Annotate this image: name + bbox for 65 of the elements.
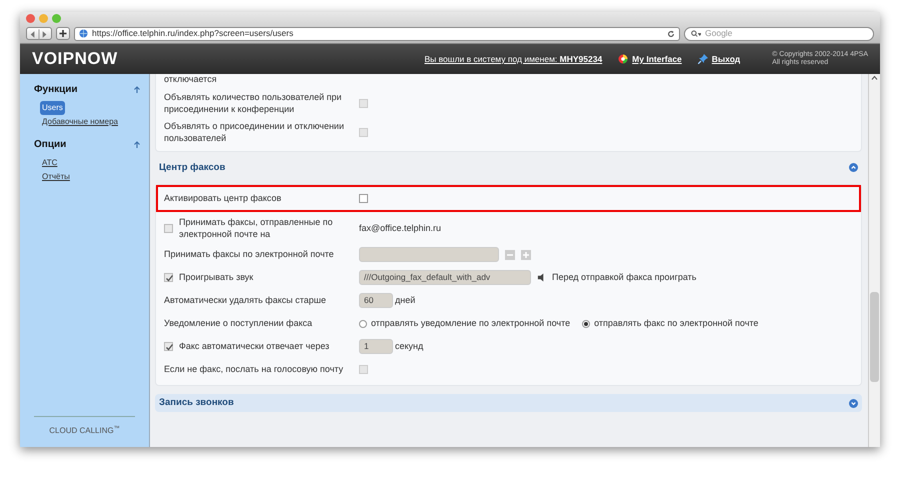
color-wheel-icon [618, 54, 628, 64]
pin-icon [698, 54, 708, 64]
field-label: Уведомление о поступлении факса [164, 317, 312, 330]
group-title: Опции [34, 138, 66, 152]
field-label: Проигрывать звук [179, 271, 254, 284]
field-value: fax@office.telphin.ru [359, 222, 442, 235]
field-label: Объявлять о присоединении и отключении пользователей [164, 120, 345, 145]
add-bookmark-button[interactable] [56, 27, 70, 40]
section-header[interactable]: Центр факсов [155, 152, 862, 184]
section-title: Запись звонков [159, 396, 234, 410]
field-label: Автоматически удалять факсы старше [164, 294, 326, 307]
radio-button[interactable] [582, 320, 590, 328]
group-title: Функции [34, 83, 78, 97]
address-bar[interactable]: https://office.telphin.ru/index.php?screen=users/users [74, 26, 680, 40]
scrollbar[interactable] [868, 74, 880, 447]
field-label: отключается [164, 74, 217, 86]
input-field[interactable]: 1 [359, 339, 393, 354]
field-label: Если не факс, послать на голосовую почту [164, 363, 344, 376]
logout-link[interactable]: Выход [712, 52, 740, 66]
checkbox[interactable] [164, 273, 173, 282]
back-forward-buttons[interactable] [26, 27, 52, 40]
remove-button[interactable] [505, 250, 515, 260]
sidebar-item[interactable]: Добавочные номера [40, 115, 120, 129]
section-title: Центр факсов [159, 160, 226, 175]
unit-label: дней [395, 294, 416, 307]
radio-label: отправлять уведомление по электронной почте [371, 316, 570, 330]
minimize-button[interactable] [39, 14, 48, 23]
speaker-icon[interactable] [537, 273, 546, 282]
scrollbar-thumb[interactable] [870, 292, 879, 382]
footer-text: CLOUD CALLING$^{™}$ [34, 416, 135, 447]
zoom-button[interactable] [52, 14, 61, 23]
collapse-icon[interactable] [849, 163, 858, 172]
sidebar-item[interactable]: Users [40, 101, 65, 115]
field-label: Факс автоматически отвечает через [179, 340, 330, 353]
input-field[interactable]: 60 [359, 293, 393, 308]
collapse-arrow-icon[interactable] [133, 86, 141, 94]
search-icon [691, 30, 701, 38]
field-note: Перед отправкой факса проиграть [552, 270, 696, 284]
add-button[interactable] [521, 250, 531, 260]
plus-icon [521, 250, 531, 260]
section-header-bar[interactable]: Запись звонков [155, 394, 862, 412]
interface-link[interactable]: My Interface [632, 52, 682, 66]
checkbox[interactable] [359, 194, 368, 203]
close-button[interactable] [26, 14, 35, 23]
checkbox[interactable] [164, 224, 173, 233]
scroll-up-icon[interactable] [869, 74, 880, 82]
checkbox[interactable] [164, 342, 173, 352]
logo: VOIPNOW [32, 48, 118, 70]
unit-label: секунд [395, 340, 424, 353]
login-link[interactable]: Вы вошли в систему под именем: MHY95234 [424, 52, 602, 66]
globe-icon [79, 29, 88, 38]
radio-button[interactable] [359, 320, 367, 328]
sidebar-item[interactable]: АТС [40, 156, 60, 170]
plus-icon [57, 28, 69, 39]
reload-icon[interactable] [667, 30, 675, 38]
field-label: Принимать факсы по электронной почте [164, 248, 334, 261]
expand-icon[interactable] [849, 398, 858, 408]
sidebar-item[interactable]: Отчёты [40, 170, 72, 184]
field-label: Принимать факсы, отправленные по электронной почте на [179, 216, 334, 242]
field-label: Активировать центр факсов [164, 192, 282, 205]
collapse-arrow-icon[interactable] [133, 140, 141, 148]
input-field[interactable]: ///Outgoing_fax_default_with_adv [359, 270, 531, 286]
field-label: Объявлять количество пользователей при присоединении к конференции [164, 90, 343, 116]
radio-label: отправлять факс по электронной почте [594, 316, 758, 330]
input-field[interactable] [359, 247, 499, 262]
